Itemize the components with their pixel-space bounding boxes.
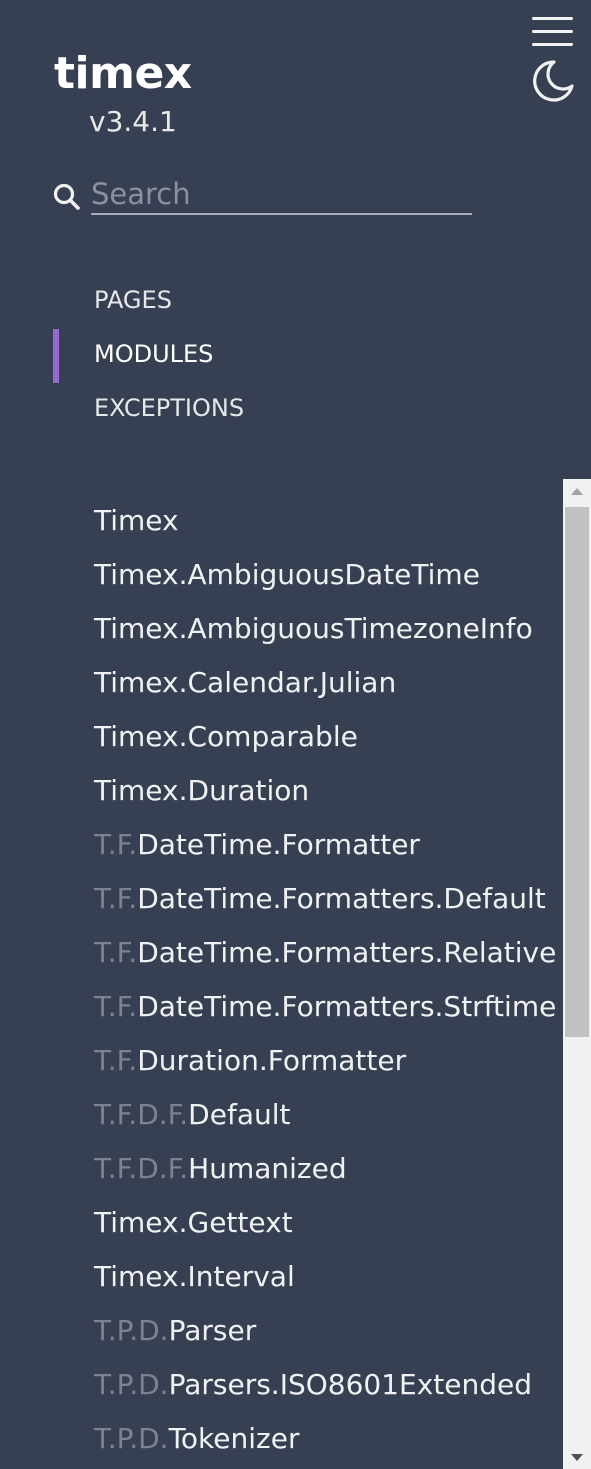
module-name: Timex xyxy=(94,504,179,537)
module-name: Default xyxy=(188,1098,291,1131)
module-name: Timex.Duration xyxy=(94,774,310,807)
tab-pages[interactable]: PAGES xyxy=(0,273,591,327)
module-name: DateTime.Formatters.Strftime xyxy=(137,990,557,1023)
module-list: Timex Timex.AmbiguousDateTime Timex.Ambi… xyxy=(0,494,563,1469)
sidebar-tabs: PAGES MODULES EXCEPTIONS xyxy=(0,273,591,435)
module-name: Humanized xyxy=(188,1152,347,1185)
module-name: DateTime.Formatters.Relative xyxy=(137,936,557,969)
module-prefix: T.F. xyxy=(94,882,138,915)
hamburger-menu-icon[interactable] xyxy=(532,17,574,47)
module-name: Timex.Calendar.Julian xyxy=(94,666,397,699)
search-input[interactable] xyxy=(91,175,472,215)
module-name: Parser xyxy=(168,1314,257,1347)
module-name: DateTime.Formatters.Default xyxy=(137,882,546,915)
module-list-item[interactable]: T.F.DateTime.Formatters.Default xyxy=(0,872,563,926)
sidebar: timex v3.4.1 PAGES MODULES EXCEPTIONS Ti… xyxy=(0,0,591,1469)
module-list-item[interactable]: Timex.AmbiguousDateTime xyxy=(0,548,563,602)
module-prefix: T.P.D. xyxy=(94,1314,169,1347)
search-icon xyxy=(52,182,82,212)
module-list-item[interactable]: Timex.AmbiguousTimezoneInfo xyxy=(0,602,563,656)
scroll-down-arrow-icon[interactable] xyxy=(563,1445,591,1469)
module-list-item[interactable]: T.F.DateTime.Formatters.Relative xyxy=(0,926,563,980)
module-list-item[interactable]: T.P.D.Parsers.ISO8601Extended xyxy=(0,1358,563,1412)
module-name: Parsers.ISO8601Extended xyxy=(168,1368,533,1401)
module-list-item[interactable]: T.F.D.F.Humanized xyxy=(0,1142,563,1196)
module-list-item[interactable]: Timex.Gettext xyxy=(0,1196,563,1250)
project-name[interactable]: timex xyxy=(54,44,192,104)
module-list-item[interactable]: T.F.D.F.Default xyxy=(0,1088,563,1142)
module-name: Tokenizer xyxy=(168,1422,300,1455)
scrollbar-thumb[interactable] xyxy=(565,507,589,1037)
module-list-item[interactable]: Timex.Duration xyxy=(0,764,563,818)
module-list-item[interactable]: T.F.Duration.Formatter xyxy=(0,1034,563,1088)
module-name: DateTime.Formatter xyxy=(137,828,420,861)
module-name: Timex.Comparable xyxy=(94,720,358,753)
module-list-item[interactable]: Timex.Calendar.Julian xyxy=(0,656,563,710)
module-list-item[interactable]: Timex.Interval xyxy=(0,1250,563,1304)
module-name: Timex.AmbiguousDateTime xyxy=(94,558,480,591)
scroll-up-arrow-icon[interactable] xyxy=(563,479,591,505)
module-list-item[interactable]: T.P.D.Parser xyxy=(0,1304,563,1358)
module-list-item[interactable]: T.F.DateTime.Formatter xyxy=(0,818,563,872)
module-prefix: T.P.D. xyxy=(94,1422,169,1455)
module-prefix: T.P.D. xyxy=(94,1368,169,1401)
module-name: Timex.Interval xyxy=(94,1260,295,1293)
module-prefix: T.F.D.F. xyxy=(94,1152,189,1185)
module-list-item[interactable]: T.F.DateTime.Formatters.Strftime xyxy=(0,980,563,1034)
module-prefix: T.F. xyxy=(94,936,138,969)
module-prefix: T.F.D.F. xyxy=(94,1098,189,1131)
tab-modules[interactable]: MODULES xyxy=(0,327,591,383)
module-list-item[interactable]: Timex xyxy=(0,494,563,548)
module-name: Duration.Formatter xyxy=(137,1044,407,1077)
module-name: Timex.AmbiguousTimezoneInfo xyxy=(94,612,533,645)
module-prefix: T.F. xyxy=(94,990,138,1023)
module-list-item[interactable]: Timex.Comparable xyxy=(0,710,563,764)
module-list-scrollbar[interactable] xyxy=(563,479,591,1469)
module-prefix: T.F. xyxy=(94,828,138,861)
module-name: Timex.Gettext xyxy=(94,1206,293,1239)
module-prefix: T.F. xyxy=(94,1044,138,1077)
project-version[interactable]: v3.4.1 xyxy=(89,102,177,142)
moon-icon[interactable] xyxy=(530,58,576,104)
module-list-item[interactable]: T.P.D.Tokenizer xyxy=(0,1412,563,1466)
tab-exceptions[interactable]: EXCEPTIONS xyxy=(0,381,591,435)
